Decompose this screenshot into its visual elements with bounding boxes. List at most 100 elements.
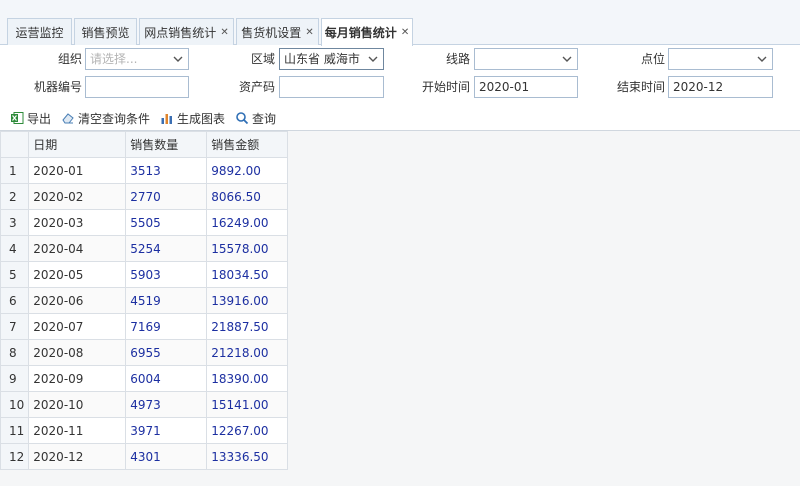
cell-amount: 12267.00 [206,417,289,444]
row-number: 6 [0,287,30,314]
cell-amount: 18390.00 [206,365,289,392]
row-number: 7 [0,313,30,340]
tab-label: 网点销售统计 [144,25,217,40]
cell-date: 2020-03 [28,209,127,236]
table-row[interactable]: 1 2020-01 3513 9892.00 [0,157,289,184]
tab-outlet-sales-stats[interactable]: 网点销售统计 ✕ [139,18,234,45]
cell-amount: 21218.00 [206,339,289,366]
route-select[interactable] [474,48,578,70]
table-row[interactable]: 8 2020-08 6955 21218.00 [0,339,289,366]
org-placeholder: 请选择... [90,52,138,66]
cell-date: 2020-10 [28,391,127,418]
region-value: 山东省 威海市 [284,52,360,66]
asset-code-input[interactable] [279,76,384,98]
table-row[interactable]: 5 2020-05 5903 18034.50 [0,261,289,288]
row-number: 3 [0,209,30,236]
close-icon[interactable]: ✕ [305,27,313,38]
data-grid: 日期 销售数量 销售金额 1 2020-01 3513 9892.00 2 2020-02… [0,130,800,486]
cell-quantity: 5254 [125,235,208,262]
cell-date: 2020-12 [28,443,127,470]
column-header-amount[interactable]: 销售金额 [206,131,289,158]
generate-chart-button[interactable]: 生成图表 [160,110,225,127]
query-button[interactable]: 查询 [235,110,276,127]
machine-no-label: 机器编号 [33,80,82,94]
route-label: 线路 [445,52,470,66]
cell-date: 2020-05 [28,261,127,288]
tab-operation-monitor[interactable]: 运营监控 [7,18,72,45]
row-number: 2 [0,183,30,210]
bar-chart-icon [160,111,174,125]
chevron-down-icon[interactable] [363,49,383,69]
table-row[interactable]: 2 2020-02 2770 8066.50 [0,183,289,210]
close-icon[interactable]: ✕ [401,27,409,38]
org-label: 组织 [57,52,82,66]
tab-label: 运营监控 [15,25,64,40]
cell-quantity: 4301 [125,443,208,470]
row-number: 12 [0,443,30,470]
cell-amount: 18034.50 [206,261,289,288]
region-select[interactable]: 山东省 威海市 [279,48,384,70]
toolbar: 导出 清空查询条件 生成图表 查询 [0,106,800,130]
table-header-row: 日期 销售数量 销售金额 [0,131,289,158]
clear-conditions-button[interactable]: 清空查询条件 [61,110,150,127]
point-label: 点位 [640,52,665,66]
start-time-input[interactable]: 2020-01 [474,76,578,98]
table-row[interactable]: 12 2020-12 4301 13336.50 [0,443,289,470]
cell-quantity: 6955 [125,339,208,366]
cell-date: 2020-06 [28,287,127,314]
cell-quantity: 4519 [125,287,208,314]
query-label: 查询 [252,111,277,126]
cell-amount: 9892.00 [206,157,289,184]
table-row[interactable]: 10 2020-10 4973 15141.00 [0,391,289,418]
row-number: 9 [0,365,30,392]
table-row[interactable]: 6 2020-06 4519 13916.00 [0,287,289,314]
end-time-input[interactable]: 2020-12 [668,76,773,98]
end-time-value: 2020-12 [673,80,724,94]
tab-label: 每月销售统计 [324,26,397,40]
cell-date: 2020-09 [28,365,127,392]
row-number: 4 [0,235,30,262]
cell-quantity: 5903 [125,261,208,288]
cell-date: 2020-11 [28,417,127,444]
column-header-quantity[interactable]: 销售数量 [125,131,208,158]
sales-table: 日期 销售数量 销售金额 1 2020-01 3513 9892.00 2 2020-02… [0,131,289,470]
asset-code-label: 资产码 [238,80,275,94]
row-number: 8 [0,339,30,366]
table-row[interactable]: 11 2020-11 3971 12267.00 [0,417,289,444]
search-icon [235,111,249,125]
table-row[interactable]: 3 2020-03 5505 16249.00 [0,209,289,236]
cell-quantity: 5505 [125,209,208,236]
tab-bar: 运营监控 销售预览 网点销售统计 ✕ 售货机设置 ✕ 每月销售统计 ✕ [0,0,800,46]
region-label: 区域 [250,52,275,66]
row-number: 10 [0,391,30,418]
org-select[interactable]: 请选择... [85,48,189,70]
tab-monthly-sales-stats[interactable]: 每月销售统计 ✕ [321,18,413,46]
cell-amount: 21887.50 [206,313,289,340]
excel-icon [10,111,24,125]
row-number: 1 [0,157,30,184]
tab-label: 售货机设置 [241,25,302,40]
cell-amount: 13336.50 [206,443,289,470]
table-row[interactable]: 9 2020-09 6004 18390.00 [0,365,289,392]
table-row[interactable]: 7 2020-07 7169 21887.50 [0,313,289,340]
chevron-down-icon[interactable] [752,49,772,69]
table-row[interactable]: 4 2020-04 5254 15578.00 [0,235,289,262]
table-body: 1 2020-01 3513 9892.00 2 2020-02 2770 8066.50 3 2… [0,157,289,470]
cell-amount: 8066.50 [206,183,289,210]
close-icon[interactable]: ✕ [220,27,228,38]
column-header-date[interactable]: 日期 [28,131,127,158]
tab-sales-preview[interactable]: 销售预览 [74,18,137,45]
export-label: 导出 [27,111,52,126]
tab-vending-machine-settings[interactable]: 售货机设置 ✕ [236,18,319,45]
end-time-label: 结束时间 [616,80,665,94]
chevron-down-icon[interactable] [557,49,577,69]
cell-amount: 13916.00 [206,287,289,314]
chevron-down-icon[interactable] [168,49,188,69]
cell-date: 2020-04 [28,235,127,262]
cell-quantity: 2770 [125,183,208,210]
export-button[interactable]: 导出 [10,110,51,127]
point-select[interactable] [668,48,773,70]
row-number-header [0,131,30,158]
machine-no-input[interactable] [85,76,189,98]
cell-quantity: 3971 [125,417,208,444]
